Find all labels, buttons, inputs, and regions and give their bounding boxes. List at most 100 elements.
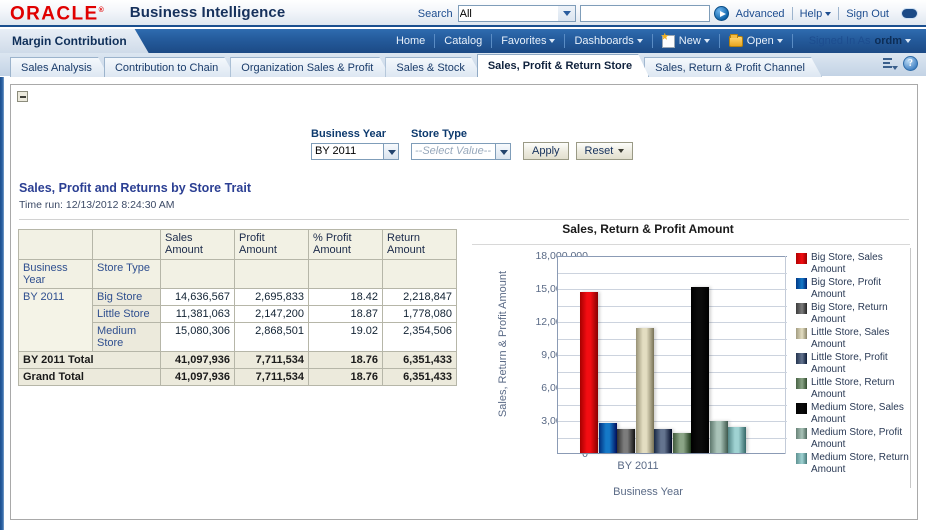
row-header-business-year[interactable]: BY 2011 <box>19 289 93 352</box>
prompt-store-type-label: Store Type <box>411 128 511 140</box>
reset-button[interactable]: Reset <box>576 142 634 160</box>
table-header-dimensions: Business Year Store Type <box>19 260 457 289</box>
tab-sales-stock[interactable]: Sales & Stock <box>385 57 481 77</box>
legend-item[interactable]: Little Store, Sales Amount <box>796 327 910 350</box>
cell-return-amount: 2,354,506 <box>383 323 457 352</box>
business-year-value[interactable]: BY 2011 <box>311 143 383 160</box>
row-header-store-type[interactable]: Little Store <box>93 306 161 323</box>
help-label: Help <box>800 8 823 20</box>
chevron-down-icon[interactable] <box>383 143 399 160</box>
prompt-store-type-control[interactable]: --Select Value-- <box>411 143 511 160</box>
legend-swatch-icon <box>796 453 807 464</box>
legend-item[interactable]: Medium Store, Profit Amount <box>796 427 910 450</box>
column-header-return-amount[interactable]: Return Amount <box>383 230 457 260</box>
chart-bar[interactable] <box>654 429 672 453</box>
legend-swatch-icon <box>796 303 807 314</box>
sign-out-link[interactable]: Sign Out <box>839 8 896 20</box>
nav-item-open[interactable]: Open <box>720 35 792 47</box>
legend-item[interactable]: Little Store, Profit Amount <box>796 352 910 375</box>
nav-item-new[interactable]: New <box>653 35 719 48</box>
report-time-run: Time run: 12/13/2012 8:24:30 AM <box>19 199 174 211</box>
chevron-down-icon <box>905 39 911 43</box>
legend-item[interactable]: Medium Store, Return Amount <box>796 452 910 475</box>
help-menu-link[interactable]: Help <box>793 8 839 20</box>
collapse-minus-icon[interactable] <box>17 91 28 102</box>
column-header-store-type[interactable]: Store Type <box>93 260 161 289</box>
chart-bar[interactable] <box>580 292 598 453</box>
chart-bar[interactable] <box>673 433 691 453</box>
chart-title-divider <box>472 244 910 245</box>
nav-item-catalog[interactable]: Catalog <box>435 35 491 47</box>
grand-total-label: Grand Total <box>19 369 161 386</box>
legend-item[interactable]: Big Store, Profit Amount <box>796 277 910 300</box>
chart-legend: Big Store, Sales AmountBig Store, Profit… <box>796 252 910 477</box>
store-type-value[interactable]: --Select Value-- <box>411 143 495 160</box>
oracle-logo: ORACLE® <box>10 1 104 23</box>
nav-item-favorites[interactable]: Favorites <box>492 35 564 47</box>
legend-swatch-icon <box>796 428 807 439</box>
prompt-business-year-control[interactable]: BY 2011 <box>311 143 399 160</box>
total-sales-amount: 41,097,936 <box>161 352 235 369</box>
chevron-down-icon <box>704 39 710 43</box>
cell-sales-amount: 11,381,063 <box>161 306 235 323</box>
user-avatar-icon[interactable] <box>901 8 918 19</box>
search-input[interactable] <box>580 5 710 22</box>
chevron-down-icon <box>825 12 831 16</box>
prompt-business-year: Business Year BY 2011 <box>311 128 399 160</box>
nav-item-label: Home <box>396 35 425 47</box>
apply-button[interactable]: Apply <box>523 142 569 160</box>
tab-organization-sales-profit[interactable]: Organization Sales & Profit <box>230 57 390 77</box>
advanced-link[interactable]: Advanced <box>729 8 792 20</box>
pivot-table: Sales Amount Profit Amount % Profit Amou… <box>18 229 457 386</box>
legend-label: Little Store, Profit Amount <box>811 352 910 375</box>
tab-sales-analysis[interactable]: Sales Analysis <box>10 57 109 77</box>
left-accent-strip <box>0 77 4 530</box>
chart-x-axis-title: Business Year <box>568 486 728 498</box>
nav-item-label: Favorites <box>501 35 546 47</box>
legend-item[interactable]: Big Store, Sales Amount <box>796 252 910 275</box>
dashboard-tabs-bar: Sales Analysis Contribution to Chain Org… <box>0 53 926 77</box>
dashboard-prompts: Business Year BY 2011 Store Type --Selec… <box>311 128 633 160</box>
reset-label: Reset <box>585 145 614 157</box>
column-header-pct-profit-amount[interactable]: % Profit Amount <box>309 230 383 260</box>
search-scope-select[interactable]: All <box>458 5 576 22</box>
nav-item-dashboards[interactable]: Dashboards <box>565 35 651 47</box>
column-header-sales-amount[interactable]: Sales Amount <box>161 230 235 260</box>
tab-contribution-to-chain[interactable]: Contribution to Chain <box>104 57 235 77</box>
row-header-store-type[interactable]: Medium Store <box>93 323 161 352</box>
cell-sales-amount: 15,080,306 <box>161 323 235 352</box>
legend-item[interactable]: Medium Store, Sales Amount <box>796 402 910 425</box>
total-return-amount: 6,351,433 <box>383 352 457 369</box>
nav-item-home[interactable]: Home <box>387 35 434 47</box>
legend-label: Big Store, Profit Amount <box>811 277 910 300</box>
page-options-icon[interactable] <box>880 57 895 71</box>
new-document-icon <box>662 35 675 48</box>
column-header-profit-amount[interactable]: Profit Amount <box>235 230 309 260</box>
chart-bar[interactable] <box>710 421 728 453</box>
tab-sales-profit-return-store[interactable]: Sales, Profit & Return Store <box>477 54 649 77</box>
cell-sales-amount: 14,636,567 <box>161 289 235 306</box>
chart-bar[interactable] <box>636 328 654 453</box>
chart-bar[interactable] <box>617 429 635 453</box>
chart-bar[interactable] <box>728 427 746 453</box>
cell-return-amount: 1,778,080 <box>383 306 457 323</box>
legend-item[interactable]: Little Store, Return Amount <box>796 377 910 400</box>
signed-in-username[interactable]: ordm <box>871 35 903 47</box>
column-header-business-year[interactable]: Business Year <box>19 260 93 289</box>
dashboard-page-tab[interactable]: Margin Contribution <box>0 29 149 53</box>
chart-gridline <box>558 256 787 257</box>
row-header-store-type[interactable]: Big Store <box>93 289 161 306</box>
help-icon[interactable]: ? <box>903 56 918 71</box>
legend-label: Medium Store, Sales Amount <box>811 402 910 425</box>
tab-sales-return-profit-channel[interactable]: Sales, Return & Profit Channel <box>644 57 822 77</box>
legend-swatch-icon <box>796 403 807 414</box>
dashboard-tabs: Sales Analysis Contribution to Chain Org… <box>10 53 817 77</box>
legend-item[interactable]: Big Store, Return Amount <box>796 302 910 325</box>
apply-label: Apply <box>532 145 560 157</box>
chevron-down-icon[interactable] <box>495 143 511 160</box>
chart-x-tick-label: BY 2011 <box>558 460 718 472</box>
go-arrow-icon[interactable] <box>714 6 729 21</box>
chart-bar[interactable] <box>599 423 617 453</box>
table-blank-cell <box>235 260 309 289</box>
chart-bar[interactable] <box>691 287 709 453</box>
